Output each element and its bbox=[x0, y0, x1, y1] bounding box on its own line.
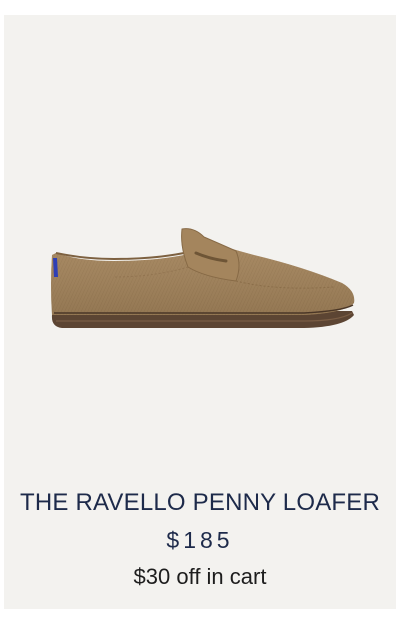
loafer-shoe-image bbox=[51, 228, 355, 328]
product-image[interactable] bbox=[4, 15, 396, 470]
product-info: THE RAVELLO PENNY LOAFER $185 $30 off in… bbox=[4, 485, 396, 595]
product-card[interactable]: THE RAVELLO PENNY LOAFER $185 $30 off in… bbox=[4, 15, 396, 609]
product-price: $185 bbox=[166, 527, 234, 553]
product-title[interactable]: THE RAVELLO PENNY LOAFER bbox=[4, 485, 396, 521]
promo-text: $30 off in cart bbox=[133, 564, 267, 589]
